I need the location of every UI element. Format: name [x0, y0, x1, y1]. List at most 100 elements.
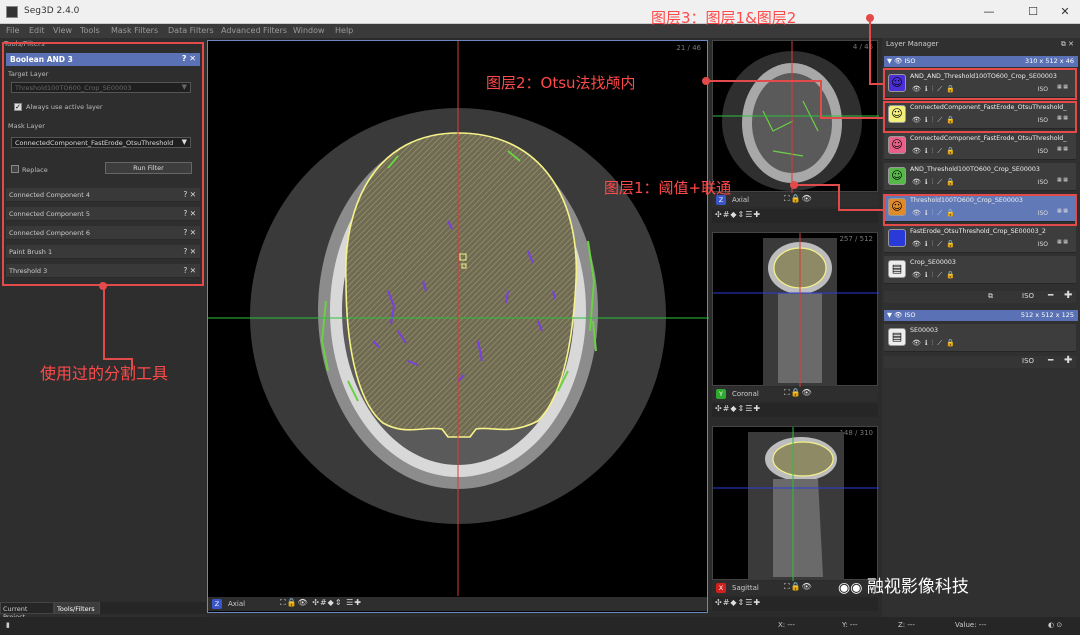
viewer-toolbar-icons[interactable]: ✣#◆⇕☰✚ [715, 598, 761, 607]
layer-options[interactable]: ▦ ▦ [1057, 239, 1068, 245]
target-layer-select[interactable]: Threshold100TO600_Crop_SE00003 ▼ [11, 82, 191, 93]
viewer-toolbar-icons[interactable]: ✣#◆⇕☰✚ [715, 210, 761, 219]
copy-icon[interactable]: ⧉ [988, 292, 993, 301]
status-z: Z: --- [898, 621, 915, 629]
viewer-toolbar-icons[interactable]: ✣#◆⇕☰✚ [715, 404, 761, 413]
tool-item[interactable]: Paint Brush 1 ? ✕ [6, 245, 200, 259]
add-layer-button[interactable]: ✚ [1064, 355, 1072, 366]
layer-group-header[interactable]: ▼ 👁 ISO 512 x 512 x 125 [884, 310, 1078, 321]
layer-options[interactable]: ▦ ▦ [1057, 146, 1068, 152]
small-view-sagittal[interactable]: 148 / 310 [712, 426, 879, 581]
viewer-toolbar-icons[interactable]: ⛶🔒👁 [784, 388, 813, 398]
viewer-toolbar-icons[interactable]: ⛶🔒👁 [784, 582, 813, 592]
tab-current-project[interactable]: Current Project [0, 602, 54, 621]
iso-label[interactable]: ISO [1038, 241, 1048, 248]
tool-item[interactable]: Connected Component 4 ? ✕ [6, 188, 200, 202]
tab-tools-filters[interactable]: Tools/Filters [54, 602, 100, 614]
layer-controls[interactable]: 👁ℹ⫶⟋🔒 [912, 271, 959, 280]
main-viewer-toolbar: Z Axial ⛶🔒👁 ✣#◆⇕ ☰✚ [208, 597, 707, 611]
layer-item[interactable]: ▤ SE00003 👁ℹ⫶⟋🔒 [884, 324, 1076, 352]
tool-item[interactable]: Connected Component 5 ? ✕ [6, 207, 200, 221]
layer-item[interactable]: ▤ Crop_SE00003 👁ℹ⫶⟋🔒 [884, 256, 1076, 284]
tool-item-label: Connected Component 5 [9, 210, 91, 218]
layer-color-swatch[interactable]: ☺ [888, 167, 906, 185]
add-layer-button[interactable]: ✚ [1064, 290, 1072, 301]
tool-item[interactable]: Threshold 3 ? ✕ [6, 264, 200, 278]
layer-color-swatch[interactable]: ☺ [888, 136, 906, 154]
layer-options[interactable]: ▦ ▦ [1057, 177, 1068, 183]
view-mode-label[interactable]: Sagittal [732, 584, 759, 592]
tool-item[interactable]: Connected Component 6 ? ✕ [6, 226, 200, 240]
maximize-button[interactable]: ☐ [1018, 4, 1048, 20]
layer-controls[interactable]: 👁ℹ⫶⟋🔒 [912, 147, 959, 156]
tool-item-buttons[interactable]: ? ✕ [183, 228, 196, 237]
tool-item-buttons[interactable]: ? ✕ [183, 247, 196, 256]
layer-controls[interactable]: 👁ℹ⫶⟋🔒 [912, 178, 959, 187]
layer-color-swatch[interactable]: ▤ [888, 260, 906, 278]
layer-name: Crop_SE00003 [910, 259, 956, 266]
menu-file[interactable]: File [6, 26, 19, 35]
tool-header-buttons[interactable]: ? ✕ [182, 54, 196, 63]
run-filter-button[interactable]: Run Filter [105, 162, 192, 174]
layer-color-swatch[interactable]: ▤ [888, 328, 906, 346]
status-icons[interactable]: ◐ ⊙ [1048, 621, 1062, 629]
layer-item[interactable]: FastErode_OtsuThreshold_Crop_SE00003_2 👁… [884, 225, 1076, 253]
mask-layer-value: ConnectedComponent_FastErode_OtsuThresho… [15, 139, 174, 147]
layer-name: ConnectedComponent_FastErode_OtsuThresho… [910, 135, 1067, 142]
small-view-axial[interactable]: 4 / 46 [712, 40, 879, 193]
panel-buttons[interactable]: ⧉ ✕ [1061, 40, 1074, 49]
close-button[interactable]: ✕ [1050, 4, 1080, 20]
layer-controls[interactable]: 👁ℹ⫶⟋🔒 [912, 339, 959, 348]
annotation-layer2: 图层2：Otsu法找颅内 [486, 74, 636, 92]
menu-window[interactable]: Window [293, 26, 325, 35]
iso-label[interactable]: ISO [1038, 148, 1048, 155]
menu-data-filters[interactable]: Data Filters [168, 26, 214, 35]
annotation-line [708, 80, 820, 82]
menu-edit[interactable]: Edit [29, 26, 45, 35]
menu-tools[interactable]: Tools [80, 26, 100, 35]
view-mode-label[interactable]: Coronal [732, 390, 759, 398]
always-use-active-label: Always use active layer [26, 103, 103, 111]
tool-item-buttons[interactable]: ? ✕ [183, 266, 196, 275]
main-viewer[interactable]: 21 / 46 Z Axial ⛶� [207, 40, 709, 613]
annotation-line [103, 286, 105, 358]
layer-name: FastErode_OtsuThreshold_Crop_SE00003_2 [910, 228, 1046, 235]
view-mode-label[interactable]: Axial [228, 600, 245, 608]
layer-color-swatch[interactable] [888, 229, 906, 247]
group-iso-label[interactable]: ISO [1022, 292, 1034, 300]
chevron-down-icon: ▼ 👁 [887, 57, 905, 65]
tool-item-buttons[interactable]: ? ✕ [183, 190, 196, 199]
tool-item-label: Paint Brush 1 [9, 248, 53, 256]
group-iso-label[interactable]: ISO [1022, 357, 1034, 365]
axis-badge: X [716, 583, 726, 593]
group-label: ISO [904, 311, 916, 319]
remove-layer-button[interactable]: ━ [1048, 356, 1053, 366]
highlight-layer1 [883, 194, 1077, 226]
viewer-toolbar-icons[interactable]: ⛶🔒👁 [784, 194, 813, 204]
always-use-active-checkbox[interactable]: ✓ [14, 103, 22, 111]
viewer-toolbar-icons[interactable]: ⛶🔒👁 ✣#◆⇕ ☰✚ [280, 598, 362, 608]
menu-mask-filters[interactable]: Mask Filters [111, 26, 158, 35]
menu-advanced-filters[interactable]: Advanced Filters [221, 26, 287, 35]
mask-layer-select[interactable]: ConnectedComponent_FastErode_OtsuThresho… [11, 137, 191, 148]
annotation-line [838, 184, 840, 210]
replace-checkbox[interactable] [11, 165, 19, 173]
title-bar: Seg3D 2.4.0 — ☐ ✕ [0, 0, 1080, 24]
small-view-coronal[interactable]: 257 / 512 [712, 232, 879, 387]
menu-view[interactable]: View [53, 26, 72, 35]
annotation-line [820, 117, 883, 119]
minimize-button[interactable]: — [974, 4, 1004, 20]
boolean-tool-header[interactable]: Boolean AND 3 ? ✕ [6, 53, 200, 66]
layer-item[interactable]: ☺ ConnectedComponent_FastErode_OtsuThres… [884, 132, 1076, 160]
chevron-down-icon: ▼ 👁 [887, 311, 905, 319]
wechat-icon: ◉◉ [838, 580, 867, 596]
console-icon[interactable]: ▮ [6, 621, 10, 629]
layer-controls[interactable]: 👁ℹ⫶⟋🔒 [912, 240, 959, 249]
tool-item-buttons[interactable]: ? ✕ [183, 209, 196, 218]
iso-label[interactable]: ISO [1038, 179, 1048, 186]
layer-group-header[interactable]: ▼ 👁 ISO 310 x 512 x 46 [884, 56, 1078, 67]
menu-help[interactable]: Help [335, 26, 353, 35]
layer-item[interactable]: ☺ AND_Threshold100TO600_Crop_SE00003 👁ℹ⫶… [884, 163, 1076, 191]
remove-layer-button[interactable]: ━ [1048, 291, 1053, 301]
view-mode-label[interactable]: Axial [732, 196, 749, 204]
